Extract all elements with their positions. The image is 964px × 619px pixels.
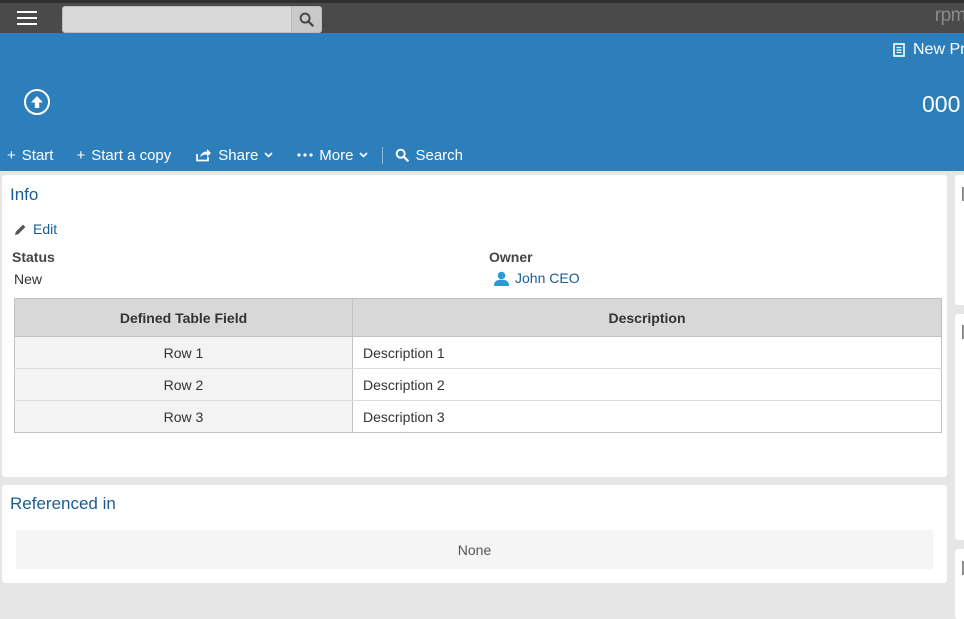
plus-icon: + (7, 146, 16, 164)
more-button[interactable]: More (297, 146, 369, 164)
status-label: Status (12, 249, 55, 265)
info-title: Info (10, 185, 39, 204)
search-icon (395, 148, 410, 162)
start-copy-label: Start a copy (91, 146, 172, 164)
owner-link[interactable]: John CEO (493, 270, 580, 286)
side-panel: | (955, 314, 964, 540)
column-header: Description (352, 298, 942, 337)
arrow-up-circle-icon[interactable] (24, 89, 50, 115)
table-header-row: Defined Table Field Description (14, 298, 942, 337)
action-divider (382, 146, 384, 164)
user-icon (494, 271, 509, 286)
action-bar: + Start + Start a copy Share More Search (0, 145, 463, 165)
share-icon (195, 148, 212, 162)
column-header: Defined Table Field (14, 298, 353, 337)
edit-button[interactable]: Edit (14, 221, 57, 237)
table-cell: Description 2 (352, 368, 942, 401)
chevron-down-icon (264, 152, 273, 158)
search-action-label: Search (415, 146, 464, 164)
edit-label: Edit (33, 221, 58, 237)
table-cell: Row 1 (14, 336, 353, 369)
empty-state: None (16, 530, 933, 569)
more-label: More (319, 146, 354, 164)
side-panel: | (955, 175, 964, 305)
process-title-label: New Pr (913, 41, 964, 58)
table-row: Row 1 Description 1 (14, 336, 942, 369)
defined-table: Defined Table Field Description Row 1 De… (14, 298, 942, 433)
start-button[interactable]: + Start (7, 147, 53, 164)
info-panel: Info Edit Status New Owner John CEO Defi… (2, 175, 947, 477)
search-button[interactable] (291, 7, 321, 32)
table-row: Row 3 Description 3 (14, 400, 942, 433)
referenced-in-panel: Referenced in None (2, 485, 947, 583)
share-label: Share (218, 146, 259, 164)
ellipsis-icon (297, 153, 313, 157)
start-copy-button[interactable]: + Start a copy (76, 147, 171, 164)
rpm-logo: rpm (934, 5, 964, 26)
none-label: None (457, 541, 492, 558)
pencil-icon (15, 224, 26, 235)
search-action-button[interactable]: Search (395, 147, 463, 164)
plus-icon: + (76, 146, 86, 164)
global-search-input[interactable] (67, 10, 289, 29)
owner-label: Owner (489, 249, 533, 265)
hamburger-menu-icon[interactable] (17, 11, 37, 27)
top-bar: rpm (0, 0, 964, 33)
owner-name: John CEO (515, 270, 580, 286)
side-panel: | (955, 549, 964, 619)
table-row: Row 2 Description 2 (14, 368, 942, 401)
table-cell: Description 3 (352, 400, 942, 433)
table-cell: Row 2 (14, 368, 353, 401)
referenced-in-title: Referenced in (10, 494, 116, 513)
search-icon (299, 12, 314, 27)
process-title[interactable]: New Pr (893, 41, 964, 59)
form-header: New Pr 000 + Start + Start a copy Share … (0, 33, 964, 171)
status-value: New (14, 271, 43, 287)
table-cell: Row 3 (14, 400, 353, 433)
chevron-down-icon (359, 152, 369, 158)
table-cell: Description 1 (352, 336, 942, 369)
global-search (62, 6, 322, 33)
share-button[interactable]: Share (195, 147, 273, 164)
document-icon (893, 43, 905, 57)
start-label: Start (21, 146, 54, 164)
form-number: 000 (922, 91, 961, 117)
